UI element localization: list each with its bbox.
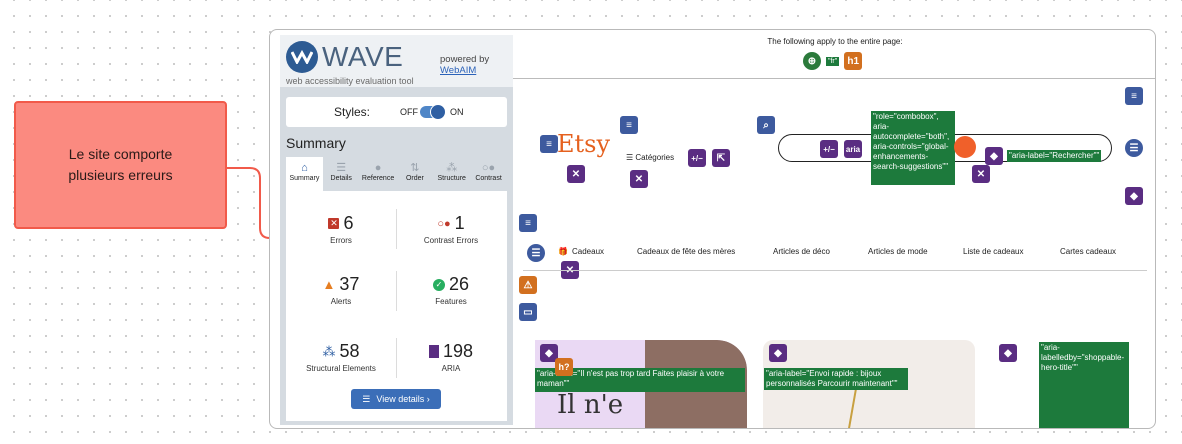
top-separator xyxy=(513,78,1155,79)
globe-icon[interactable]: ⊕ xyxy=(803,52,821,70)
nav-item-mode[interactable]: Articles de mode xyxy=(868,247,928,256)
nav-item-liste[interactable]: Liste de cadeaux xyxy=(963,247,1024,256)
hero-card-3[interactable]: "aria-labelledby="shoppable-hero-title"" xyxy=(1039,342,1129,428)
order-icon: ⇅ xyxy=(410,162,420,174)
tab-reference[interactable]: ● Reference xyxy=(360,157,397,191)
summary-body: ✕ 6 Errors ○● 1 Contrast Errors ▲ 37 Alerts… xyxy=(286,191,507,421)
wave-brand: WAVE xyxy=(322,41,404,72)
card2-aria-label-text: "aria-label="Envoi rapide : bijoux perso… xyxy=(764,368,908,390)
nav-separator xyxy=(523,270,1147,271)
info-icon: ● xyxy=(374,162,382,174)
divider xyxy=(396,209,397,249)
contrast-error-icon: ○● xyxy=(437,217,451,230)
features-stat[interactable]: ✓ 26 Features xyxy=(396,274,506,306)
aria-label-tag-icon[interactable]: ◆ xyxy=(985,147,1003,165)
plusminus-icon[interactable]: +/− xyxy=(820,140,838,158)
aria-hidden-icon[interactable]: ✕ xyxy=(972,165,990,183)
tab-contrast[interactable]: ○● Contrast xyxy=(470,157,507,191)
styles-toggle[interactable] xyxy=(420,104,446,120)
categories-button[interactable]: ☰ Catégories xyxy=(626,153,674,162)
wave-tabs: ⌂ Summary ☰ Details ● Reference ⇅ Order ⁂ Str… xyxy=(286,157,507,191)
summary-title: Summary xyxy=(286,135,346,151)
nav-item-fete-des-meres[interactable]: Cadeaux de fête des mères xyxy=(637,247,735,256)
styles-on-label: ON xyxy=(450,107,464,117)
styles-off-label: OFF xyxy=(400,107,418,117)
aria-stat[interactable]: 198 ARIA xyxy=(396,341,506,373)
region-icon[interactable]: ≡ xyxy=(1125,87,1143,105)
region-icon[interactable]: ≡ xyxy=(620,116,638,134)
aria-label-tag-icon[interactable]: ◆ xyxy=(999,344,1017,362)
structure-icon: ⁂ xyxy=(446,162,458,174)
aria-label-tag-icon[interactable]: ◆ xyxy=(769,344,787,362)
search-region-icon[interactable]: ⌕ xyxy=(757,116,775,134)
contrast-errors-stat[interactable]: ○● 1 Contrast Errors xyxy=(396,213,506,245)
list-icon[interactable]: ☰ xyxy=(527,244,545,262)
region-icon[interactable]: ≡ xyxy=(540,135,558,153)
annotation-callout: Le site comporte plusieurs erreurs xyxy=(14,101,227,229)
aria-hidden-icon[interactable]: ✕ xyxy=(630,170,648,188)
nav-gift-icon: 🎁 xyxy=(558,247,568,256)
wave-sidebar: WAVE web accessibility evaluation tool p… xyxy=(280,35,513,425)
combobox-aria-text: "role="combobox", aria-autocomplete="bot… xyxy=(871,111,955,185)
alert-icon[interactable]: ⚠ xyxy=(519,276,537,294)
tab-structure[interactable]: ⁂ Structure xyxy=(433,157,470,191)
search-button[interactable] xyxy=(954,136,976,158)
toggle-knob xyxy=(430,104,446,120)
list-icon: ☰ xyxy=(336,162,347,174)
page-level-icons: ⊕ "fr" h1 xyxy=(803,52,863,70)
nav-item-deco[interactable]: Articles de déco xyxy=(773,247,830,256)
aria-label-tag-icon[interactable]: ◆ xyxy=(1125,187,1143,205)
lang-badge[interactable]: "fr" xyxy=(826,56,840,66)
aria-icon xyxy=(428,345,439,358)
tab-details[interactable]: ☰ Details xyxy=(323,157,360,191)
divider xyxy=(396,271,397,311)
divider xyxy=(396,338,397,378)
structural-stat[interactable]: ⁂ 58 Structural Elements xyxy=(286,341,396,373)
region-icon[interactable]: ≡ xyxy=(519,214,537,232)
nav-item-cartes[interactable]: Cartes cadeaux xyxy=(1060,247,1116,256)
contrast-icon: ○● xyxy=(481,162,496,174)
alert-icon: ▲ xyxy=(322,277,336,292)
structure-icon: ⁂ xyxy=(322,343,336,359)
plusminus-icon[interactable]: +/− xyxy=(688,149,706,167)
styles-toggle-bar: Styles: OFF ON xyxy=(286,97,507,127)
hero-card-1-title: Il n'e xyxy=(557,390,624,420)
feature-icon: ✓ xyxy=(432,278,445,291)
region-icon[interactable]: ▭ xyxy=(519,303,537,321)
browser-frame: WAVE web accessibility evaluation tool p… xyxy=(269,29,1156,429)
powered-by: powered by WebAIM xyxy=(440,54,490,76)
etsy-logo[interactable]: Etsy xyxy=(557,130,610,158)
list-icon: ☰ xyxy=(362,393,371,404)
errors-stat[interactable]: ✕ 6 Errors xyxy=(286,213,396,245)
webaim-link[interactable]: WebAIM xyxy=(440,65,489,76)
view-details-button[interactable]: ☰ View details › xyxy=(351,389,441,409)
nav-item-cadeaux[interactable]: Cadeaux xyxy=(572,247,604,256)
wave-logo-icon xyxy=(286,41,318,73)
apply-text: The following apply to the entire page: xyxy=(767,37,903,46)
error-icon: ✕ xyxy=(328,218,340,229)
card3-aria-label-text: "aria-labelledby="shoppable-hero-title"" xyxy=(1041,343,1125,372)
aria-hidden-icon[interactable]: ✕ xyxy=(567,165,585,183)
alerts-stat[interactable]: ▲ 37 Alerts xyxy=(286,274,396,306)
home-icon: ⌂ xyxy=(301,162,308,174)
tab-summary[interactable]: ⌂ Summary xyxy=(286,157,323,191)
aria-icon[interactable]: aria xyxy=(844,140,862,158)
list-icon[interactable]: ☰ xyxy=(1125,139,1143,157)
wave-header: WAVE web accessibility evaluation tool p… xyxy=(280,35,513,87)
h1-alert-icon[interactable]: h1 xyxy=(844,52,863,70)
expand-icon[interactable]: ⇱ xyxy=(712,149,730,167)
callout-text: Le site comporte plusieurs erreurs xyxy=(68,146,173,183)
heading-alert-icon[interactable]: h? xyxy=(555,358,573,376)
site-preview: The following apply to the entire page: … xyxy=(513,30,1155,428)
search-aria-label-text: "aria-label="Rechercher"" xyxy=(1007,150,1102,162)
tab-order[interactable]: ⇅ Order xyxy=(396,157,433,191)
styles-label: Styles: xyxy=(334,105,371,119)
wave-tagline: web accessibility evaluation tool xyxy=(286,76,414,86)
